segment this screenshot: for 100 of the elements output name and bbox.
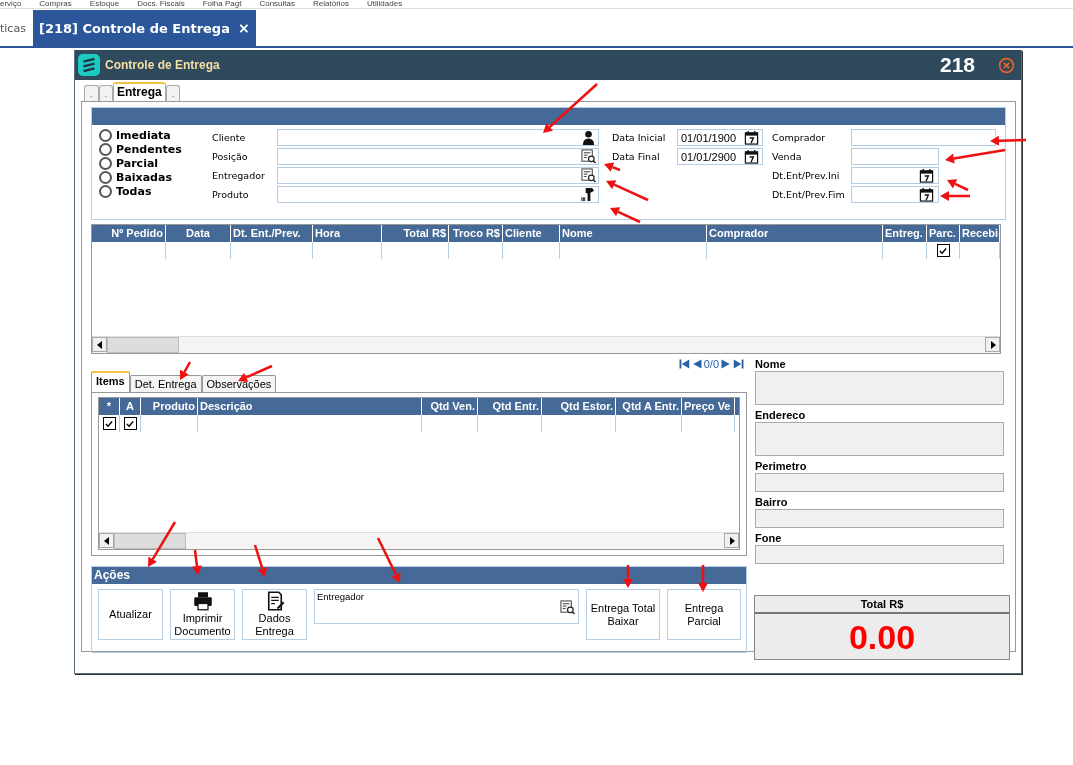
column-header[interactable]: Dt. Ent./Prev.: [231, 225, 313, 242]
date-field[interactable]: [851, 186, 939, 203]
date-field[interactable]: 01/01/2900: [677, 148, 763, 165]
radio-button[interactable]: [99, 184, 112, 198]
close-icon[interactable]: ×: [237, 20, 250, 36]
calendar-icon: [919, 168, 934, 183]
scroll-left-icon[interactable]: [92, 337, 107, 352]
input-field[interactable]: [755, 473, 1004, 492]
record-counter: 0/0: [703, 357, 719, 370]
field-label: Produto: [212, 189, 250, 200]
app-logo-icon: [78, 54, 100, 76]
field-label: Endereco: [755, 409, 807, 422]
radio-label[interactable]: Imediata: [116, 128, 171, 142]
app-tab[interactable]: ticas: [0, 10, 33, 46]
annotation-arrow: [623, 565, 633, 588]
total-label: Total R$: [755, 596, 1009, 614]
scroll-right-icon[interactable]: [724, 533, 739, 548]
search-list-icon: [581, 168, 596, 183]
scroll-thumb[interactable]: [107, 337, 179, 353]
input-field[interactable]: [755, 371, 1004, 405]
detail-tab[interactable]: Items: [91, 371, 130, 392]
column-header[interactable]: A: [120, 398, 141, 415]
last-record-icon: [733, 357, 745, 370]
radio-label[interactable]: Baixadas: [116, 170, 172, 184]
column-header[interactable]: Data: [166, 225, 231, 242]
radio-button[interactable]: [99, 156, 112, 170]
radio-button[interactable]: [99, 170, 112, 184]
date-field[interactable]: [851, 167, 939, 184]
scroll-left-icon[interactable]: [99, 533, 114, 548]
radio-label[interactable]: Todas: [116, 184, 152, 198]
menu-item[interactable]: Docs. Fiscais: [137, 0, 185, 8]
radio-label[interactable]: Pendentes: [116, 142, 182, 156]
checkbox[interactable]: [123, 417, 137, 430]
date-field[interactable]: 01/01/1900: [677, 129, 763, 146]
column-header[interactable]: Preço Ve: [682, 398, 735, 415]
column-header[interactable]: Qtd Ven.: [422, 398, 478, 415]
action-button[interactable]: Entrega Parcial: [667, 589, 741, 640]
column-header[interactable]: Descrição: [198, 398, 422, 415]
column-header[interactable]: Hora: [313, 225, 382, 242]
input-field[interactable]: [277, 148, 599, 165]
form-tab[interactable]: .: [98, 85, 114, 101]
horizontal-scrollbar[interactable]: [99, 532, 739, 549]
column-header[interactable]: Parc.: [927, 225, 960, 242]
annotation-arrow: [606, 180, 649, 202]
column-header[interactable]: Total R$: [382, 225, 449, 242]
form-tab[interactable]: Entrega: [113, 82, 166, 101]
column-header[interactable]: Cliente: [503, 225, 560, 242]
radio-button[interactable]: [99, 142, 112, 156]
column-header[interactable]: Troco R$: [449, 225, 503, 242]
form-tab[interactable]: .: [84, 85, 99, 101]
column-header[interactable]: Recebi: [960, 225, 1000, 242]
annotation-arrow: [543, 83, 598, 133]
checkbox[interactable]: [936, 244, 950, 257]
detail-tab[interactable]: Det. Entrega: [129, 375, 202, 392]
menu-item[interactable]: erviço: [0, 0, 22, 8]
field-label: Venda: [772, 151, 803, 162]
annotation-arrow: [604, 162, 621, 172]
menu-item[interactable]: Utilidades: [367, 0, 403, 8]
input-field[interactable]: [851, 148, 939, 165]
input-field[interactable]: Entregador: [314, 589, 579, 624]
column-header[interactable]: Qtd A Entr.: [616, 398, 682, 415]
action-button[interactable]: Imprimir Documento: [170, 589, 235, 640]
input-field[interactable]: [277, 129, 599, 146]
radio-button[interactable]: [99, 128, 112, 142]
column-header[interactable]: Produto: [141, 398, 198, 415]
horizontal-scrollbar[interactable]: [92, 336, 1000, 353]
field-label: Data Inicial: [612, 132, 667, 143]
field-label: Data Final: [612, 151, 661, 162]
detail-tab[interactable]: Observações: [201, 375, 277, 392]
input-field[interactable]: [755, 545, 1004, 564]
calendar-icon: [744, 130, 759, 145]
input-field[interactable]: [755, 509, 1004, 528]
menu-item[interactable]: Consultas: [259, 0, 295, 8]
column-header[interactable]: Nome: [560, 225, 707, 242]
scroll-right-icon[interactable]: [985, 337, 1000, 352]
column-header[interactable]: *: [99, 398, 120, 415]
column-header[interactable]: Comprador: [707, 225, 883, 242]
column-header[interactable]: Entreg.: [883, 225, 927, 242]
radio-label[interactable]: Parcial: [116, 156, 159, 170]
input-field[interactable]: [277, 167, 599, 184]
field-label: Entregador: [212, 170, 266, 181]
action-button[interactable]: Dados Entrega: [242, 589, 307, 640]
input-field[interactable]: [755, 422, 1004, 456]
menu-item[interactable]: Relatórios: [313, 0, 349, 8]
checkbox[interactable]: [102, 417, 116, 430]
action-button[interactable]: Atualizar: [98, 589, 163, 640]
calendar-icon: [744, 149, 759, 164]
column-header[interactable]: Qtd Estor.: [542, 398, 616, 415]
input-field[interactable]: [277, 186, 599, 203]
app-tab[interactable]: [218] Controle de Entrega ×: [33, 10, 256, 46]
column-header[interactable]: Nº Pedido: [92, 225, 166, 242]
menu-item[interactable]: Compras: [39, 0, 72, 8]
input-field[interactable]: [851, 129, 996, 146]
column-header[interactable]: Qtd Entr.: [478, 398, 542, 415]
action-button[interactable]: Entrega Total Baixar: [586, 589, 660, 640]
annotation-arrow: [191, 549, 202, 575]
menu-item[interactable]: Folha Pagt: [202, 0, 242, 8]
scroll-thumb[interactable]: [114, 533, 186, 549]
next-record-icon: [720, 357, 732, 370]
menu-item[interactable]: Estoque: [89, 0, 120, 8]
